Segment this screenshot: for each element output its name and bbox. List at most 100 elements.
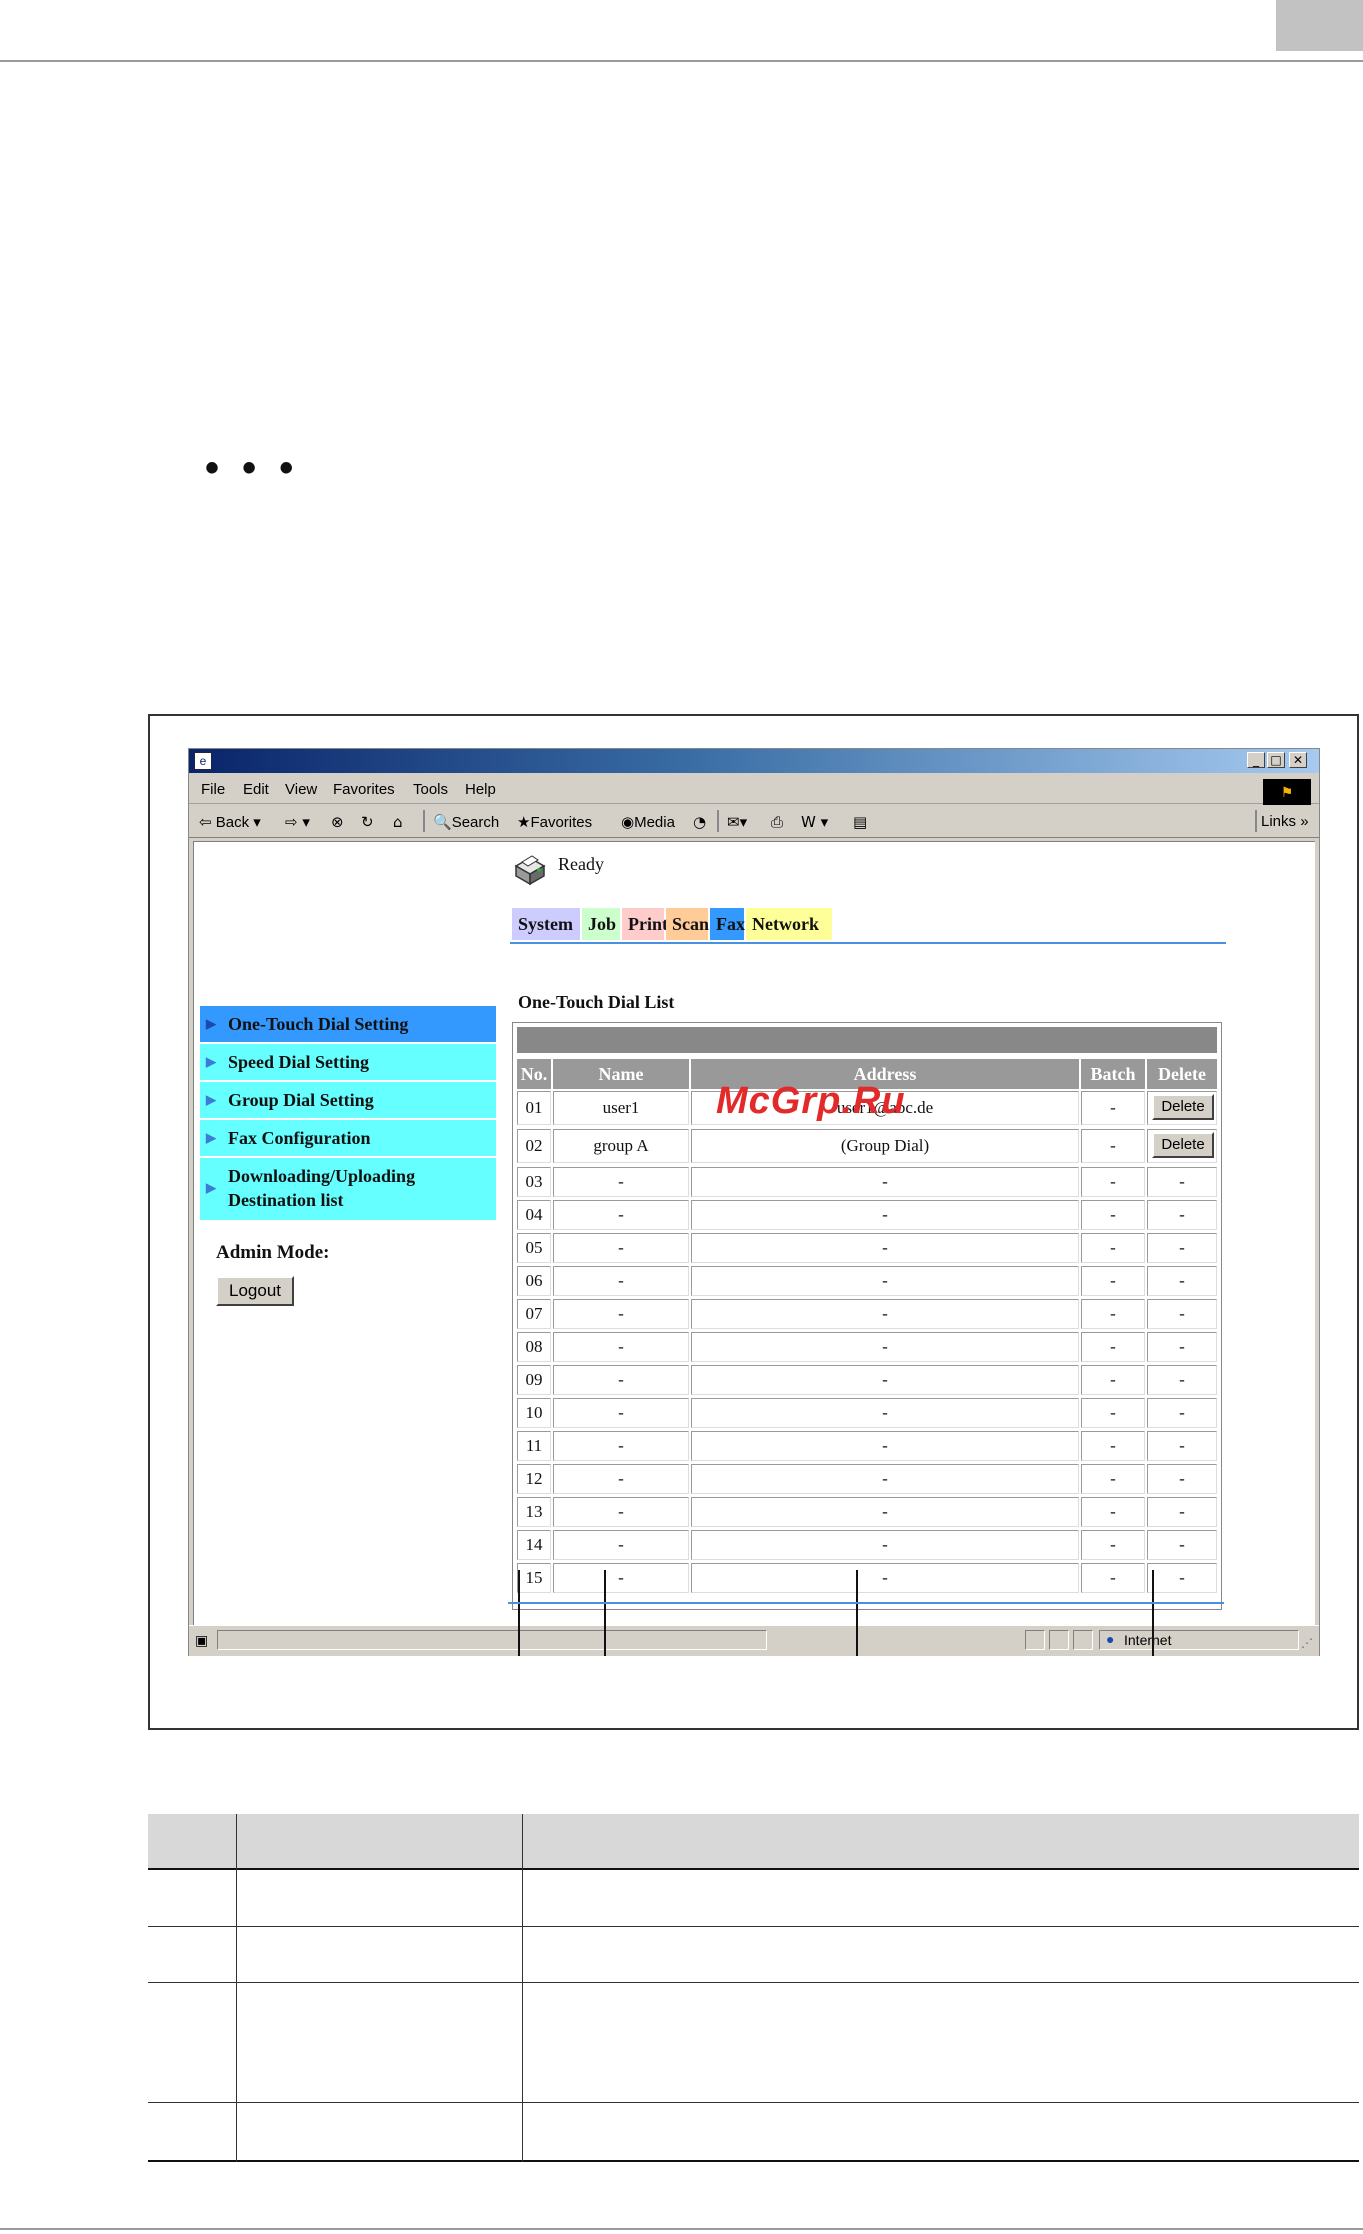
minimize-button[interactable]: _ xyxy=(1247,752,1265,768)
forward-button[interactable]: ⇨ ▾ xyxy=(285,813,310,831)
favorites-icon: ★ xyxy=(517,813,531,831)
table-cell-name: - xyxy=(553,1431,689,1461)
menu-help[interactable]: Help xyxy=(465,781,496,798)
mail-icon[interactable]: ✉▾ xyxy=(727,813,747,831)
tab-print[interactable]: Print xyxy=(622,908,668,940)
table-cell-no: 15 xyxy=(517,1563,551,1593)
table-rule xyxy=(148,1868,1359,1870)
sidebar-item-one-touch-dial[interactable]: ▶ One-Touch Dial Setting xyxy=(200,1006,496,1042)
table-cell-batch: - xyxy=(1081,1200,1145,1230)
history-icon[interactable]: ◔ xyxy=(693,813,706,831)
reference-table-header xyxy=(148,1814,1359,1868)
home-icon[interactable]: ⌂ xyxy=(393,813,403,831)
table-cell-delete: - xyxy=(1147,1200,1217,1230)
search-button[interactable]: 🔍Search xyxy=(433,813,499,831)
maximize-button[interactable]: □ xyxy=(1267,752,1285,768)
table-cell-delete: - xyxy=(1147,1167,1217,1197)
sidebar-item-group-dial[interactable]: ▶ Group Dial Setting xyxy=(200,1082,496,1118)
toolbar-separator xyxy=(717,810,719,832)
table-cell-delete: - xyxy=(1147,1431,1217,1461)
table-cell-address: - xyxy=(691,1299,1079,1329)
table-cell-name: - xyxy=(553,1365,689,1395)
tab-job[interactable]: Job xyxy=(582,908,620,940)
table-cell-delete: Delete xyxy=(1147,1129,1217,1163)
menu-favorites[interactable]: Favorites xyxy=(333,781,395,798)
delete-button[interactable]: Delete xyxy=(1152,1132,1214,1158)
table-cell-delete: - xyxy=(1147,1299,1217,1329)
menu-view[interactable]: View xyxy=(285,781,317,798)
sidebar-item-label: Fax Configuration xyxy=(228,1128,371,1148)
toolbar: ⇦ Back ▾ ⇨ ▾ ⊗ ↻ ⌂ 🔍Search ★Favorites ◉M… xyxy=(189,805,1319,838)
watermark: McGrp.Ru xyxy=(716,1080,906,1122)
table-cell-batch: - xyxy=(1081,1563,1145,1593)
table-column-divider xyxy=(522,1814,523,2162)
menu-tools[interactable]: Tools xyxy=(413,781,448,798)
ellipsis-marker: • • • xyxy=(205,446,300,490)
callout-line-no xyxy=(518,1570,520,1656)
table-cell-no: 01 xyxy=(517,1091,551,1125)
toolbar-separator xyxy=(423,810,425,832)
table-cell-address: - xyxy=(691,1431,1079,1461)
media-label: Media xyxy=(634,814,675,831)
table-rule xyxy=(148,1926,1359,1927)
table-cell-delete: - xyxy=(1147,1332,1217,1362)
table-cell-address: - xyxy=(691,1464,1079,1494)
table-cell-address: - xyxy=(691,1167,1079,1197)
refresh-icon[interactable]: ↻ xyxy=(361,813,374,831)
tab-network[interactable]: Network xyxy=(746,908,832,940)
table-cell-name: - xyxy=(553,1332,689,1362)
table-cell-name: group A xyxy=(553,1129,689,1163)
table-cell-delete: - xyxy=(1147,1365,1217,1395)
print-icon[interactable]: ⎙ xyxy=(771,813,783,831)
ie-icon: e xyxy=(194,752,212,770)
table-cell-no: 10 xyxy=(517,1398,551,1428)
table-cell-address: - xyxy=(691,1563,1079,1593)
table-cell-name: user1 xyxy=(553,1091,689,1125)
table-cell-name: - xyxy=(553,1167,689,1197)
tab-system[interactable]: System xyxy=(512,908,580,940)
table-cell-name: - xyxy=(553,1497,689,1527)
menu-edit[interactable]: Edit xyxy=(243,781,269,798)
callout-line-delete xyxy=(1152,1570,1154,1656)
search-label: Search xyxy=(451,814,500,831)
discuss-icon[interactable]: ▤ xyxy=(853,813,867,831)
sidebar-item-speed-dial[interactable]: ▶ Speed Dial Setting xyxy=(200,1044,496,1080)
sidebar-item-label: One-Touch Dial Setting xyxy=(228,1014,409,1034)
menu-file[interactable]: File xyxy=(201,781,225,798)
column-header-no: No. xyxy=(517,1059,551,1089)
tab-fax[interactable]: Fax xyxy=(710,908,745,940)
arrow-right-icon: ▶ xyxy=(206,1180,216,1195)
table-cell-delete: Delete xyxy=(1147,1091,1217,1125)
media-button[interactable]: ◉Media xyxy=(621,813,675,831)
back-button[interactable]: ⇦ Back ▾ xyxy=(199,813,261,831)
table-cell-address: - xyxy=(691,1497,1079,1527)
table-cell-name: - xyxy=(553,1464,689,1494)
zone-cell: ● Internet xyxy=(1099,1630,1299,1650)
tab-underline xyxy=(510,942,1226,944)
table-header-bar xyxy=(517,1027,1217,1053)
stop-icon[interactable]: ⊗ xyxy=(331,813,344,831)
table-cell-delete: - xyxy=(1147,1398,1217,1428)
resize-grip-icon[interactable]: ⋰ xyxy=(1301,1636,1313,1650)
table-cell-no: 03 xyxy=(517,1167,551,1197)
column-header-batch: Batch xyxy=(1081,1059,1145,1089)
table-cell-no: 13 xyxy=(517,1497,551,1527)
sidebar-item-fax-configuration[interactable]: ▶ Fax Configuration xyxy=(200,1120,496,1156)
sidebar-item-download-upload[interactable]: ▶ Downloading/Uploading Destination list xyxy=(200,1158,496,1220)
table-cell-no: 05 xyxy=(517,1233,551,1263)
table-cell-address: - xyxy=(691,1266,1079,1296)
tab-scan[interactable]: Scan xyxy=(666,908,709,940)
delete-button[interactable]: Delete xyxy=(1152,1094,1214,1120)
favorites-button[interactable]: ★Favorites xyxy=(517,813,592,831)
table-cell-no: 06 xyxy=(517,1266,551,1296)
favorites-label: Favorites xyxy=(530,814,593,831)
status-cell xyxy=(1073,1630,1093,1650)
table-cell-address: - xyxy=(691,1365,1079,1395)
arrow-right-icon: ▶ xyxy=(206,1092,216,1107)
table-cell-batch: - xyxy=(1081,1497,1145,1527)
links-button[interactable]: Links » xyxy=(1261,813,1309,830)
logout-button[interactable]: Logout xyxy=(216,1276,294,1306)
windows-logo-icon: ⚑ xyxy=(1263,779,1311,805)
edit-word-icon[interactable]: W ▾ xyxy=(801,813,828,831)
close-button[interactable]: ✕ xyxy=(1289,752,1307,768)
